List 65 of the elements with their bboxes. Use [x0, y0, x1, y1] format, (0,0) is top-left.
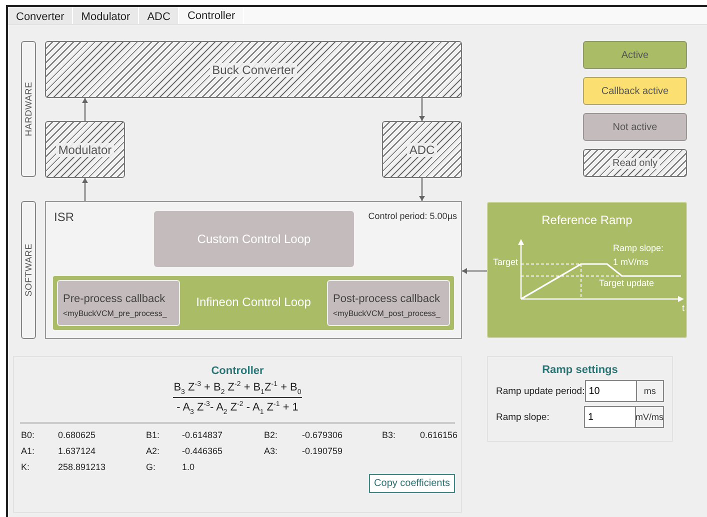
ramp-slope-value: 1 mV/ms	[613, 257, 649, 267]
tab[interactable]: Modulator	[73, 7, 140, 24]
time-axis-label: t	[682, 303, 685, 313]
arrow	[82, 178, 88, 201]
coefficient-label: G:	[146, 462, 157, 472]
isr-label: ISR	[54, 210, 74, 224]
control-period: Control period: 5.00µs	[368, 211, 457, 221]
callback-title: Pre-process callback	[63, 293, 166, 305]
reference-ramp-title: Reference Ramp	[540, 213, 634, 227]
infineon-control-loop-label: Infineon Control Loop	[195, 295, 312, 309]
block-label: Buck Converter	[210, 62, 297, 76]
unit-label: ms	[636, 380, 664, 402]
coefficient-value: 0.616156	[420, 430, 458, 440]
input-field[interactable]: 1	[584, 406, 636, 428]
software-label: SOFTWARE	[21, 201, 36, 339]
coefficient-label: A3:	[264, 446, 279, 456]
hardware-label: HARDWARE	[21, 41, 36, 177]
controller-title: Controller	[211, 365, 264, 377]
legend-item: Not active	[583, 113, 687, 141]
callback-function: <myBuckVCM_post_process_	[333, 309, 442, 318]
coefficient-label: B2:	[264, 430, 279, 440]
arrow	[82, 98, 88, 121]
tab[interactable]: Converter	[8, 7, 74, 24]
callback-title: Post-process callback	[333, 293, 441, 305]
coefficient-value: 0.680625	[58, 430, 97, 440]
block-label: Modulator	[56, 142, 114, 156]
arrow	[462, 268, 487, 274]
coefficient-value: 1.637124	[58, 446, 97, 456]
coefficient-label: A2:	[146, 446, 161, 456]
modulator-block[interactable]: Modulator	[45, 121, 125, 178]
arrow	[419, 98, 425, 121]
callback-function: <myBuckVCM_pre_process_	[63, 309, 168, 318]
coefficient-label: B3:	[382, 430, 397, 440]
legend-item: Callback active	[583, 77, 687, 105]
pre-process-callback-block[interactable]: Pre-process callback <myBuckVCM_pre_process_	[57, 280, 180, 326]
transfer-numerator: B$_{3}$ Z$^{-3}$ + B$_{2}$ Z$^{-2}$ + B$_{1}$Z$^{-1}$ + B$_{0}$	[172, 381, 302, 398]
infineon-control-loop-block[interactable]: Pre-process callback <myBuckVCM_pre_process_ Infineon Control Loop Post-process callback <myBuckVCM_post_process_	[53, 276, 454, 330]
transfer-denominator: - A$_{3}$ Z$^{-3}$- A$_{2}$ Z$^{-2}$ - A$_{1}$ Z$^{-1}$ + 1	[176, 400, 298, 416]
block-label: ADC	[407, 142, 437, 156]
coefficient-value: -0.446365	[182, 446, 224, 456]
coefficient-value: -0.614837	[182, 430, 224, 440]
target-label: Target	[493, 257, 518, 267]
input-field[interactable]: 10	[584, 380, 637, 402]
tab[interactable]: ADC	[139, 7, 180, 24]
target-update-label: Target update	[599, 278, 654, 288]
field-label: Ramp update period:	[496, 386, 585, 396]
legend-label: Read only	[610, 158, 660, 168]
coefficient-label: K:	[21, 462, 31, 472]
ramp-settings-title: Ramp settings	[542, 364, 618, 376]
coefficient-label: A1:	[21, 446, 36, 456]
ramp-slope-label: Ramp slope:	[613, 243, 664, 253]
coefficient-value: 258.891213	[58, 462, 107, 472]
post-process-callback-block[interactable]: Post-process callback <myBuckVCM_post_process_	[327, 280, 450, 326]
coefficient-value: -0.190759	[302, 446, 344, 456]
copy-coefficients-button[interactable]: Copy coefficients	[369, 474, 455, 493]
coefficient-label: B0:	[21, 430, 36, 440]
coefficient-value: -0.679306	[302, 430, 344, 440]
unit-label: mV/ms	[636, 406, 664, 428]
field-label: Ramp slope:	[496, 412, 550, 422]
arrow	[419, 178, 425, 201]
legend-item: Active	[583, 41, 687, 69]
adc-block[interactable]: ADC	[382, 121, 462, 178]
coefficient-value: 1.0	[182, 462, 196, 472]
coefficient-label: B1:	[146, 430, 161, 440]
buck-converter-block[interactable]: Buck Converter	[45, 41, 462, 98]
